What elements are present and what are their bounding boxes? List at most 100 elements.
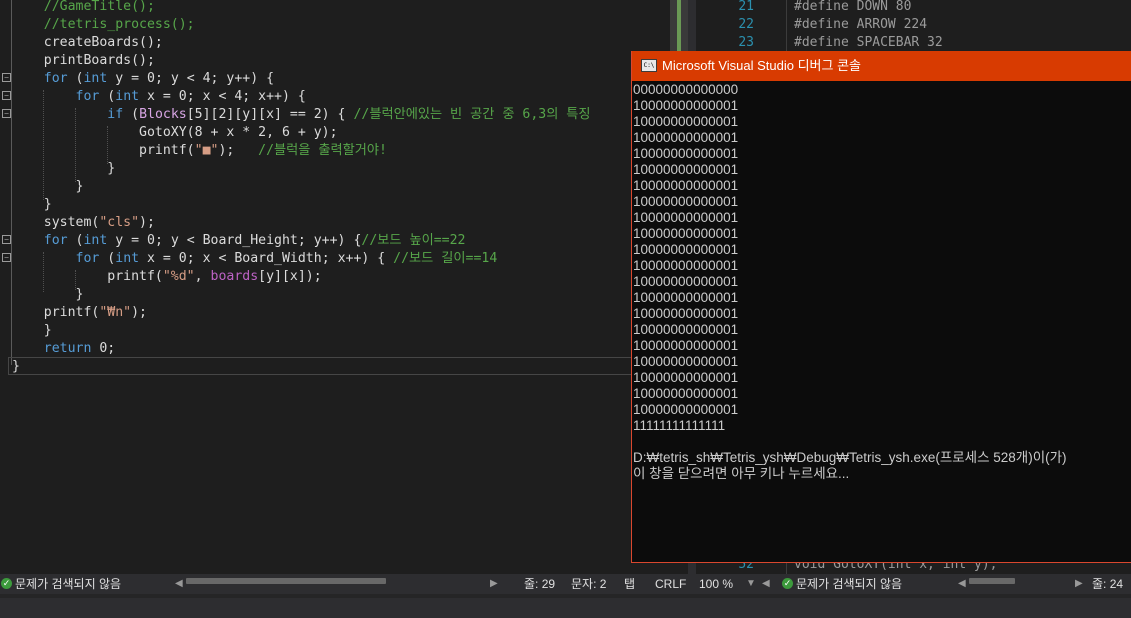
- line-indicator-right[interactable]: 줄: 24: [1092, 574, 1123, 594]
- code-token: //GameTitle();: [43, 0, 155, 14]
- code-line: }: [12, 358, 688, 376]
- scroll-right-arrow-icon[interactable]: ▶: [1075, 574, 1083, 594]
- code-line: for (int y = 0; y < Board_Height; y++) {…: [12, 232, 688, 250]
- code-token: createBoards();: [43, 35, 163, 50]
- code-token: }: [75, 179, 84, 194]
- code-token: (: [123, 107, 140, 122]
- code-line: if (Blocks[5][2][y][x] == 2) { //블럭안에있는 …: [12, 106, 688, 124]
- code-token: //tetris_process();: [43, 17, 195, 32]
- horizontal-scrollbar-thumb[interactable]: [969, 578, 1015, 584]
- eol-indicator[interactable]: CRLF: [655, 574, 686, 594]
- code-line: }: [12, 196, 688, 214]
- code-token: printf(: [43, 305, 100, 320]
- code-token: system(: [43, 215, 100, 230]
- code-token: (: [67, 71, 84, 86]
- fold-toggle-icon[interactable]: −: [2, 91, 11, 100]
- code-line: }: [12, 160, 688, 178]
- code-line: #define ARROW 224: [794, 17, 928, 32]
- code-token: y = 0; y < 4; y++) {: [107, 71, 275, 86]
- console-line: 10000000000001: [633, 370, 739, 385]
- code-lines[interactable]: //GameTitle(); //tetris_process(); creat…: [12, 0, 688, 376]
- code-token: "%d": [162, 269, 195, 284]
- code-line: printf("%d", boards[y][x]);: [12, 268, 688, 286]
- console-line: 10000000000001: [633, 338, 739, 353]
- code-token: int: [115, 251, 140, 266]
- code-line: //GameTitle();: [12, 0, 688, 16]
- code-token: }: [12, 359, 20, 374]
- code-token: (: [67, 233, 84, 248]
- code-token: //보드 높이==22: [361, 233, 466, 248]
- code-line: createBoards();: [12, 34, 688, 52]
- console-line: 10000000000001: [633, 178, 739, 193]
- fold-toggle-icon[interactable]: −: [2, 109, 11, 118]
- code-token: );: [131, 305, 147, 320]
- code-token: "cls": [99, 215, 140, 230]
- scroll-left-arrow-icon[interactable]: ◀: [958, 574, 966, 594]
- console-line: 10000000000001: [633, 226, 739, 241]
- code-line: for (int x = 0; x < 4; x++) {: [12, 88, 688, 106]
- code-token: //블럭을 출력할거야!: [258, 143, 387, 158]
- console-line: 10000000000001: [633, 242, 739, 257]
- code-line: printBoards();: [12, 52, 688, 70]
- code-token: printf(: [107, 269, 163, 284]
- fold-toggle-icon[interactable]: −: [2, 253, 11, 262]
- console-line: 10000000000001: [633, 354, 739, 369]
- code-token: );: [139, 215, 155, 230]
- scroll-left-arrow-icon[interactable]: ◀: [762, 574, 770, 594]
- debug-console-window[interactable]: C:\ Microsoft Visual Studio 디버그 콘솔 00000…: [631, 51, 1131, 563]
- code-token: //블럭안에있는 빈 공간 중 6,3의 특징: [353, 107, 591, 122]
- column-indicator[interactable]: 문자: 2: [571, 574, 606, 594]
- line-number: 23: [738, 35, 754, 50]
- code-token: x = 0; x < Board_Width; x++) {: [139, 251, 394, 266]
- code-token: for: [43, 71, 68, 86]
- line-number: 21: [738, 0, 754, 14]
- code-token: printBoards();: [43, 53, 155, 68]
- code-token: GotoXY(8 + x * 2, 6 + y);: [139, 125, 338, 140]
- console-title-bar[interactable]: C:\ Microsoft Visual Studio 디버그 콘솔: [632, 51, 1131, 81]
- zoom-level[interactable]: 100 %: [699, 574, 733, 594]
- console-line: 10000000000001: [633, 194, 739, 209]
- fold-toggle-icon[interactable]: −: [2, 73, 11, 82]
- code-token: ,: [194, 269, 211, 284]
- zoom-dropdown-icon[interactable]: ▼: [746, 574, 756, 594]
- code-token: [y][x]);: [258, 269, 322, 284]
- console-line: 10000000000001: [633, 146, 739, 161]
- check-circle-icon: ✓: [782, 578, 793, 589]
- code-token: for: [75, 251, 100, 266]
- issues-status-right[interactable]: 문제가 검색되지 않음: [796, 574, 902, 594]
- code-token: for: [75, 89, 100, 104]
- scroll-left-arrow-icon[interactable]: ◀: [175, 574, 183, 594]
- scroll-right-arrow-icon[interactable]: ▶: [490, 574, 498, 594]
- tab-indicator[interactable]: 탭: [624, 574, 635, 594]
- code-line: printf("■"); //블럭을 출력할거야!: [12, 142, 688, 160]
- code-token: 0;: [91, 341, 116, 356]
- console-line: 10000000000001: [633, 402, 739, 417]
- console-line: 10000000000001: [633, 386, 739, 401]
- fold-toggle-icon[interactable]: −: [2, 235, 11, 244]
- code-token: Blocks: [139, 107, 187, 122]
- left-code-editor[interactable]: − − − − − //GameTitle(); //tetris_proces…: [0, 0, 688, 574]
- code-token: printf(: [139, 143, 195, 158]
- console-line: 10000000000001: [633, 290, 739, 305]
- code-token: }: [43, 323, 52, 338]
- code-token: //보드 길이==14: [393, 251, 498, 266]
- code-token: for: [43, 233, 68, 248]
- code-line: }: [12, 286, 688, 304]
- horizontal-scrollbar-thumb[interactable]: [186, 578, 386, 584]
- issues-status[interactable]: 문제가 검색되지 않음: [15, 574, 121, 594]
- console-line: D:₩tetris_sh₩Tetris_ysh₩Debug₩Tetris_ysh…: [633, 450, 1067, 465]
- code-line: for (int y = 0; y < 4; y++) {: [12, 70, 688, 88]
- code-token: y = 0; y < Board_Height; y++) {: [107, 233, 362, 248]
- code-line: //tetris_process();: [12, 16, 688, 34]
- code-line: #define DOWN 80: [794, 0, 912, 14]
- console-line: 10000000000001: [633, 210, 739, 225]
- line-indicator[interactable]: 줄: 29: [524, 574, 555, 594]
